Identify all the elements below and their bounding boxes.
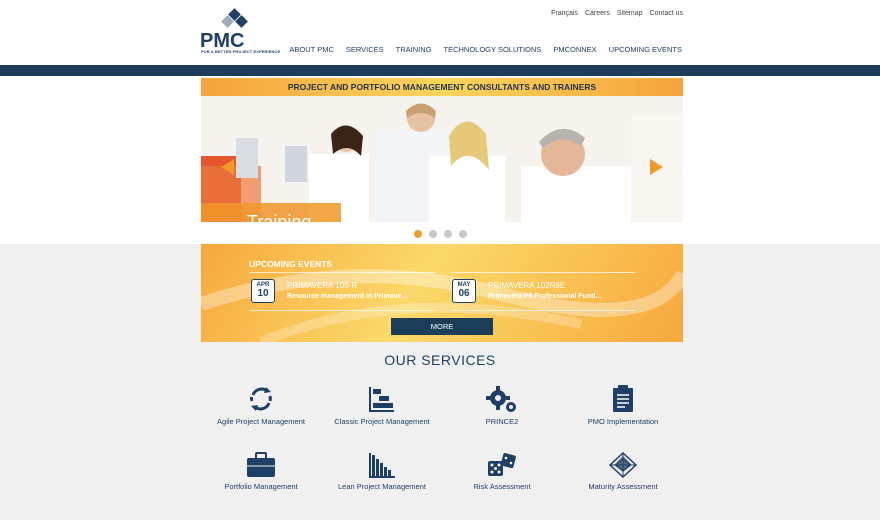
carousel-dot-4[interactable]: [459, 230, 467, 238]
service-label: PMO Implementation: [587, 417, 659, 426]
nav-technology[interactable]: TECHNOLOGY SOLUTIONS: [444, 45, 542, 54]
link-francais[interactable]: Français: [551, 10, 578, 17]
briefcase-icon: [247, 452, 275, 477]
link-careers[interactable]: Careers: [585, 10, 610, 17]
events-title: UPCOMING EVENTS: [249, 259, 333, 269]
service-classic[interactable]: Classic Project Management: [317, 385, 447, 426]
main-nav: ABOUT PMC SERVICES TRAINING TECHNOLOGY S…: [289, 45, 682, 54]
carousel-prev-arrow-icon[interactable]: [221, 159, 234, 175]
event-name[interactable]: PRIMAVERA 106-R: [287, 281, 357, 290]
nav-pmconnex[interactable]: PMCONNEX: [553, 45, 596, 54]
event-day: 06: [458, 288, 470, 299]
nav-events[interactable]: UPCOMING EVENTS: [609, 45, 682, 54]
link-contact[interactable]: Contact us: [650, 10, 683, 17]
nav-training[interactable]: TRAINING: [396, 45, 432, 54]
nav-services[interactable]: SERVICES: [346, 45, 384, 54]
carousel-dots: [414, 230, 467, 238]
events-divider: [451, 272, 635, 273]
service-agile[interactable]: Agile Project Management: [196, 385, 326, 426]
events-divider: [249, 272, 435, 273]
clipboard-icon: [613, 385, 633, 412]
service-pmo[interactable]: PMO Implementation: [558, 385, 688, 426]
top-links: Français Careers Sitemap Contact us: [551, 10, 683, 17]
service-label: Risk Assessment: [473, 482, 531, 491]
event-name[interactable]: PRIMAVERA 102R8E: [488, 281, 565, 290]
nav-about[interactable]: ABOUT PMC: [289, 45, 333, 54]
hero-banner: PROJECT AND PORTFOLIO MANAGEMENT CONSULT…: [201, 78, 683, 222]
events-divider: [249, 310, 435, 311]
event-description[interactable]: Resource management in Primave...: [287, 293, 407, 300]
service-risk[interactable]: Risk Assessment: [437, 452, 567, 491]
events-divider: [451, 310, 635, 311]
carousel-dot-3[interactable]: [444, 230, 452, 238]
upcoming-events-panel: UPCOMING EVENTS APR 10 PRIMAVERA 106-R R…: [201, 244, 683, 342]
event-date-badge: MAY 06: [452, 279, 476, 303]
hero-photo: Training: [201, 96, 683, 222]
gears-icon: [486, 386, 516, 412]
carousel-dot-2[interactable]: [429, 230, 437, 238]
service-label: Agile Project Management: [217, 417, 305, 426]
site-header: PMC FOR A BETTER PROJECT EXPERIENCE Fran…: [0, 0, 880, 65]
logo-tagline: FOR A BETTER PROJECT EXPERIENCE: [201, 49, 281, 54]
gantt-chart-icon: [369, 387, 394, 412]
banner-caption[interactable]: Training: [247, 212, 311, 222]
service-label: Portfolio Management: [224, 482, 298, 491]
banner-title: PROJECT AND PORTFOLIO MANAGEMENT CONSULT…: [201, 78, 683, 96]
header-divider-bar: [0, 65, 880, 76]
cycle-arrows-icon: [249, 387, 272, 411]
dice-icon: [488, 453, 516, 476]
service-portfolio[interactable]: Portfolio Management: [196, 452, 326, 491]
more-events-button[interactable]: MORE: [391, 318, 493, 335]
service-prince2[interactable]: PRINCE2: [437, 385, 567, 426]
link-sitemap[interactable]: Sitemap: [617, 10, 643, 17]
service-label: PRINCE2: [485, 417, 519, 426]
service-lean[interactable]: Lean Project Management: [317, 452, 447, 491]
service-maturity[interactable]: Maturity Assessment: [558, 452, 688, 491]
service-label: Maturity Assessment: [588, 482, 658, 491]
service-label: Classic Project Management: [334, 417, 430, 426]
event-description[interactable]: Primavera P6 Professional Fund...: [488, 293, 601, 300]
carousel-dot-1[interactable]: [414, 230, 422, 238]
event-day: 10: [257, 288, 269, 299]
radar-icon: [608, 452, 638, 478]
service-label: Lean Project Management: [338, 482, 426, 491]
carousel-next-arrow-icon[interactable]: [650, 159, 663, 175]
bar-chart-icon: [369, 453, 395, 478]
services-title: OUR SERVICES: [384, 352, 496, 368]
event-date-badge: APR 10: [251, 279, 275, 303]
